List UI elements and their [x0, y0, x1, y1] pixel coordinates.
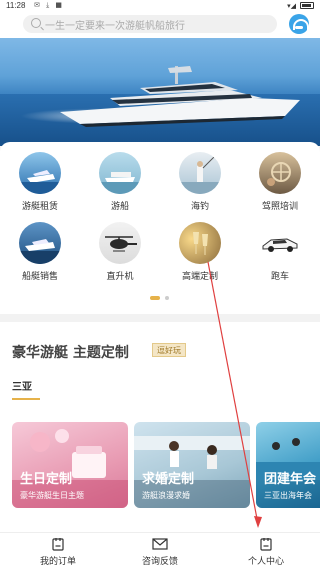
- card-proposal[interactable]: 求婚定制 游艇浪漫求婚: [134, 422, 250, 508]
- grid-label: 跑车: [270, 272, 289, 282]
- grid-item-yacht-rental[interactable]: 游艇租赁: [10, 152, 70, 212]
- section-subtitle-tab[interactable]: 三亚: [12, 378, 32, 393]
- grid-item-sports-car[interactable]: 跑车: [250, 222, 310, 282]
- card-desc: 游艇浪漫求婚: [142, 491, 190, 500]
- card-birthday[interactable]: 生日定制 豪华游艇生日主题: [12, 422, 128, 508]
- helicopter-icon: [99, 222, 141, 264]
- profile-icon: [226, 537, 306, 551]
- page-dot-active: [150, 296, 160, 300]
- page-dot: [165, 296, 169, 300]
- theme-section: 豪华游艇 主题定制 逗好玩 三亚 生日定制 豪华游艇生日主题 求婚定制 游艇浪漫…: [0, 322, 320, 532]
- bottom-tab-bar: 我的订单 咨询反馈 个人中心: [0, 532, 320, 568]
- search-icon: [31, 18, 41, 28]
- tab-label: 个人中心: [247, 557, 284, 567]
- grid-item-sea-fishing[interactable]: 海钓: [170, 152, 230, 212]
- grid-label: 直升机: [106, 272, 134, 282]
- card-title: 团建年会: [264, 472, 317, 487]
- search-bar[interactable]: 一生一定要来一次游艇帆船旅行: [23, 15, 277, 33]
- category-grid: 游艇租赁 游船 海钓 驾照培训 船艇销售 直升机 高端定制 跑车: [0, 142, 320, 314]
- signal-icon: ▾◢: [287, 2, 296, 10]
- yacht-rental-icon: [19, 152, 61, 194]
- cruise-ship-icon: [99, 152, 141, 194]
- customer-service-icon[interactable]: [289, 14, 309, 34]
- card-team-building[interactable]: 团建年会 三亚出海年会: [256, 422, 320, 508]
- battery-icon: [300, 2, 314, 9]
- search-header: 一生一定要来一次游艇帆船旅行: [0, 12, 320, 38]
- card-desc: 豪华游艇生日主题: [20, 491, 84, 500]
- mail-icon: [120, 537, 200, 551]
- grid-label: 海钓: [190, 202, 209, 212]
- status-bar: 11:28 ✉ ⤓ ■ ▾◢: [0, 0, 320, 12]
- tab-profile[interactable]: 个人中心: [226, 537, 306, 567]
- grid-item-helicopter[interactable]: 直升机: [90, 222, 150, 282]
- tab-feedback[interactable]: 咨询反馈: [120, 537, 200, 567]
- sports-car-icon: [259, 222, 301, 264]
- section-tag: 逗好玩: [152, 343, 186, 357]
- subtitle-underline: [12, 398, 40, 400]
- grid-item-cruise-ship[interactable]: 游船: [90, 152, 150, 212]
- yacht-illustration: [60, 66, 300, 127]
- status-time: 11:28: [6, 1, 26, 10]
- grid-label: 驾照培训: [261, 202, 298, 212]
- tab-label: 咨询反馈: [141, 557, 178, 567]
- grid-item-boat-sales[interactable]: 船艇销售: [10, 222, 70, 282]
- sea-fishing-icon: [179, 152, 221, 194]
- grid-item-premium-custom[interactable]: 高端定制: [170, 222, 230, 282]
- premium-custom-icon: [179, 222, 221, 264]
- card-title: 生日定制: [20, 472, 73, 487]
- tab-label: 我的订单: [39, 557, 76, 567]
- grid-item-license-training[interactable]: 驾照培训: [250, 152, 310, 212]
- search-placeholder: 一生一定要来一次游艇帆船旅行: [45, 21, 185, 32]
- status-icons: ✉ ⤓ ■: [34, 1, 65, 9]
- order-icon: [18, 537, 98, 551]
- hero-banner[interactable]: [0, 38, 320, 146]
- card-desc: 三亚出海年会: [264, 491, 312, 500]
- card-title: 求婚定制: [142, 472, 195, 487]
- grid-label: 游船: [110, 202, 129, 212]
- grid-label: 游艇租赁: [21, 202, 58, 212]
- tab-my-orders[interactable]: 我的订单: [18, 537, 98, 567]
- section-title: 豪华游艇 主题定制: [12, 345, 129, 361]
- license-training-icon: [259, 152, 301, 194]
- grid-label: 船艇销售: [21, 272, 58, 282]
- grid-label: 高端定制: [181, 272, 218, 282]
- boat-sales-icon: [19, 222, 61, 264]
